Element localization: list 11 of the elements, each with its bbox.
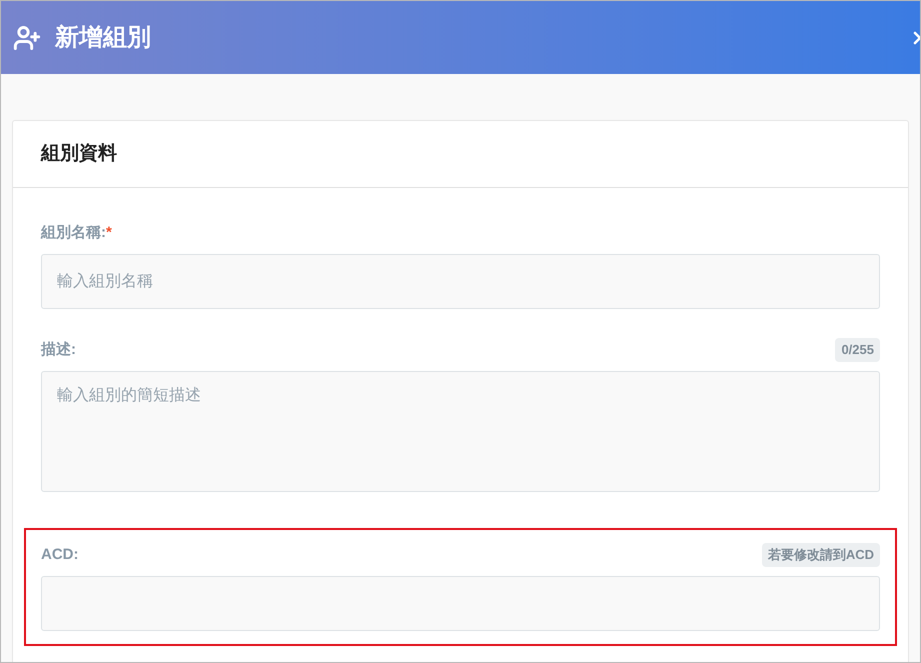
user-add-icon xyxy=(11,24,43,52)
field-badge: 0/255 xyxy=(835,338,880,362)
description-field[interactable]: 輸入組別的簡短描述 xyxy=(41,371,880,492)
field-label: 組別名稱:* xyxy=(41,222,112,243)
field-label: ACD: xyxy=(41,544,78,565)
input-field[interactable]: 輸入組別名稱 xyxy=(41,254,880,309)
field-label: 描述: xyxy=(41,340,76,360)
input-field[interactable] xyxy=(41,576,880,631)
field-badge: 若要修改請到ACD xyxy=(762,543,880,567)
dialog-title: 新增組別 xyxy=(55,22,151,52)
card-title: 組別資料 xyxy=(41,142,117,166)
